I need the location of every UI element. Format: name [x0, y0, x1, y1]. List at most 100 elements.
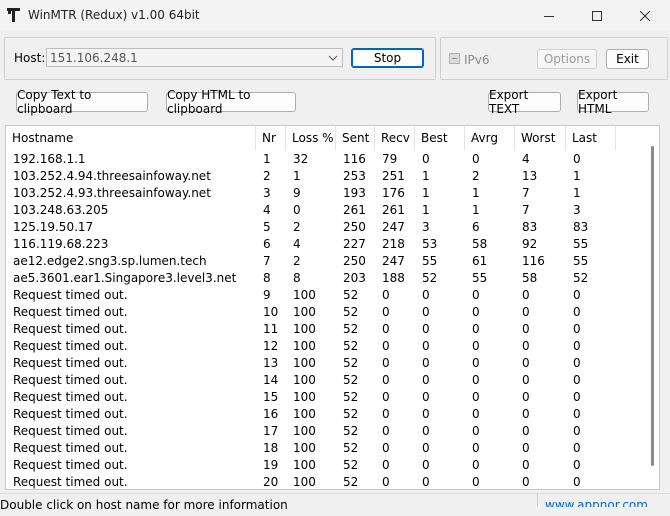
table-row[interactable]: 192.168.1.1 1 32 116 79 0 0 4 0 — [6, 151, 646, 168]
table-row[interactable]: Request timed out. 15 100 52 0 0 0 0 0 — [6, 389, 646, 406]
cell-hostname: ae12.edge2.sng3.sp.lumen.tech — [13, 254, 207, 268]
cell-hostname: Request timed out. — [13, 390, 128, 404]
exit-button[interactable]: Exit — [606, 49, 649, 69]
cell-loss: 4 — [293, 237, 301, 251]
cell-sent: 52 — [343, 424, 359, 438]
cell-nr: 15 — [263, 390, 279, 404]
host-combobox[interactable]: 151.106.248.1 — [46, 48, 343, 67]
cell-loss: 100 — [293, 305, 316, 319]
cell-sent: 250 — [343, 220, 366, 234]
cell-best: 0 — [422, 373, 430, 387]
cell-loss: 2 — [293, 220, 301, 234]
cell-best: 3 — [422, 220, 430, 234]
table-row[interactable]: 103.248.63.205 4 0 261 261 1 1 7 3 — [6, 202, 646, 219]
cell-nr: 20 — [263, 475, 279, 489]
table-row[interactable]: ae12.edge2.sng3.sp.lumen.tech 7 2 250 247 55 6… — [6, 253, 646, 270]
cell-loss: 1 — [293, 169, 301, 183]
cell-sent: 52 — [343, 458, 359, 472]
table-row[interactable]: Request timed out. 14 100 52 0 0 0 0 0 — [6, 372, 646, 389]
column-header-avrg[interactable]: Avrg — [465, 126, 515, 150]
options-button[interactable]: Options — [537, 49, 597, 69]
column-header-nr[interactable]: Nr — [256, 126, 286, 150]
cell-recv: 0 — [382, 441, 390, 455]
cell-recv: 0 — [382, 305, 390, 319]
cell-sent: 261 — [343, 203, 366, 217]
table-row[interactable]: Request timed out. 10 100 52 0 0 0 0 0 — [6, 304, 646, 321]
close-button[interactable] — [622, 0, 668, 31]
cell-recv: 0 — [382, 407, 390, 421]
chevron-down-icon[interactable] — [327, 50, 339, 66]
cell-loss: 32 — [293, 152, 309, 166]
table-row[interactable]: Request timed out. 18 100 52 0 0 0 0 0 — [6, 440, 646, 457]
cell-worst: 0 — [522, 373, 530, 387]
table-row[interactable]: Request timed out. 11 100 52 0 0 0 0 0 — [6, 321, 646, 338]
status-hint: Double click on host name for more infor… — [0, 498, 288, 512]
cell-worst: 92 — [522, 237, 538, 251]
table-row[interactable]: 125.19.50.17 5 2 250 247 3 6 83 83 — [6, 219, 646, 236]
copy-text-button[interactable]: Copy Text to clipboard — [16, 88, 148, 116]
cell-best: 0 — [422, 475, 430, 489]
cell-last: 0 — [573, 390, 581, 404]
cell-best: 55 — [422, 254, 438, 268]
cell-avrg: 0 — [472, 305, 480, 319]
cell-nr: 16 — [263, 407, 279, 421]
cell-worst: 0 — [522, 441, 530, 455]
cell-avrg: 1 — [472, 186, 480, 200]
cell-worst: 7 — [522, 203, 530, 217]
cell-last: 0 — [573, 458, 581, 472]
cell-sent: 52 — [343, 322, 359, 336]
table-row[interactable]: 116.119.68.223 6 4 227 218 53 58 92 55 — [6, 236, 646, 253]
table-row[interactable]: Request timed out. 20 100 52 0 0 0 0 0 — [6, 474, 646, 489]
table-row[interactable]: Request timed out. 9 100 52 0 0 0 0 0 — [6, 287, 646, 304]
cell-worst: 83 — [522, 220, 538, 234]
website-link[interactable]: www.appnor.com — [545, 494, 648, 507]
cell-avrg: 0 — [472, 441, 480, 455]
results-table[interactable]: Hostname Nr Loss % Sent Recv Best Avrg W… — [5, 125, 660, 490]
cell-loss: 100 — [293, 407, 316, 421]
cell-sent: 52 — [343, 407, 359, 421]
cell-sent: 253 — [343, 169, 366, 183]
cell-worst: 0 — [522, 305, 530, 319]
column-header-last[interactable]: Last — [566, 126, 616, 150]
cell-recv: 0 — [382, 356, 390, 370]
table-row[interactable]: 103.252.4.94.threesainfoway.net 2 1 253 251 1… — [6, 168, 646, 185]
maximize-button[interactable] — [574, 0, 620, 31]
stop-button[interactable]: Stop — [351, 48, 424, 68]
cell-avrg: 6 — [472, 220, 480, 234]
cell-last: 1 — [573, 186, 581, 200]
vertical-scrollbar[interactable] — [651, 146, 654, 466]
cell-nr: 14 — [263, 373, 279, 387]
table-row[interactable]: ae5.3601.ear1.Singapore3.level3.net 8 8 203… — [6, 270, 646, 287]
cell-sent: 52 — [343, 475, 359, 489]
minimize-button[interactable] — [526, 0, 572, 31]
cell-sent: 52 — [343, 339, 359, 353]
cell-nr: 4 — [263, 203, 271, 217]
ipv6-checkbox[interactable] — [449, 53, 460, 64]
table-row[interactable]: Request timed out. 12 100 52 0 0 0 0 0 — [6, 338, 646, 355]
column-header-recv[interactable]: Recv — [375, 126, 415, 150]
copy-html-button[interactable]: Copy HTML to clipboard — [166, 88, 296, 116]
table-row[interactable]: Request timed out. 16 100 52 0 0 0 0 0 — [6, 406, 646, 423]
table-row[interactable]: 103.252.4.93.threesainfoway.net 3 9 193 176 1… — [6, 185, 646, 202]
ipv6-label: IPv6 — [464, 53, 490, 67]
cell-sent: 250 — [343, 254, 366, 268]
column-header-loss[interactable]: Loss % — [286, 126, 336, 150]
column-header-best[interactable]: Best — [415, 126, 465, 150]
cell-recv: 0 — [382, 322, 390, 336]
cell-sent: 52 — [343, 305, 359, 319]
cell-nr: 7 — [263, 254, 271, 268]
column-header-hostname[interactable]: Hostname — [6, 126, 256, 150]
column-header-sent[interactable]: Sent — [336, 126, 375, 150]
minimize-icon — [544, 15, 554, 17]
export-html-button[interactable]: Export HTML — [577, 88, 649, 116]
column-header-worst[interactable]: Worst — [515, 126, 566, 150]
cell-last: 0 — [573, 424, 581, 438]
cell-hostname: Request timed out. — [13, 424, 128, 438]
table-row[interactable]: Request timed out. 17 100 52 0 0 0 0 0 — [6, 423, 646, 440]
cell-nr: 11 — [263, 322, 279, 336]
cell-best: 1 — [422, 169, 430, 183]
cell-recv: 0 — [382, 458, 390, 472]
table-row[interactable]: Request timed out. 19 100 52 0 0 0 0 0 — [6, 457, 646, 474]
table-row[interactable]: Request timed out. 13 100 52 0 0 0 0 0 — [6, 355, 646, 372]
export-text-button[interactable]: Export TEXT — [488, 88, 561, 116]
